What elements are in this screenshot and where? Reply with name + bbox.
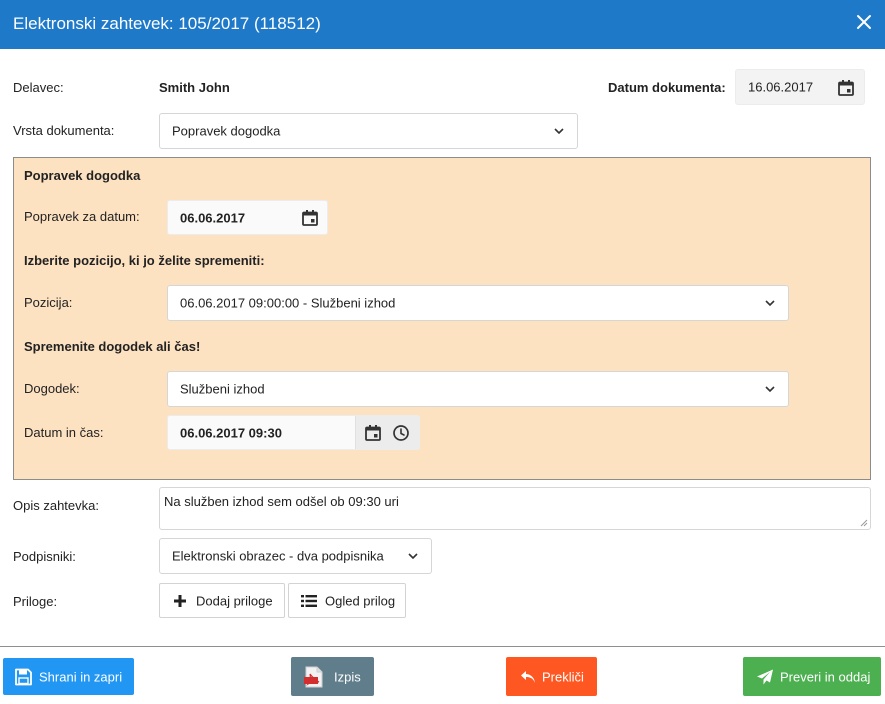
panel-heading: Popravek dogodka xyxy=(24,168,141,183)
submit-label: Preveri in oddaj xyxy=(780,669,871,684)
for-date-field[interactable]: 06.06.2017 xyxy=(167,200,328,235)
print-button[interactable]: Izpis xyxy=(291,657,374,696)
worker-value: Smith John xyxy=(159,80,230,95)
position-value: 06.06.2017 09:00:00 - Službeni izhod xyxy=(180,295,396,311)
add-attachments-label: Dodaj priloge xyxy=(196,593,273,608)
paper-plane-icon xyxy=(757,669,773,684)
resize-handle-icon[interactable] xyxy=(860,519,868,527)
signers-value: Elektronski obrazec - dva podpisnika xyxy=(172,548,384,564)
calendar-icon[interactable] xyxy=(364,424,382,442)
submit-button[interactable]: Preveri in oddaj xyxy=(743,657,881,696)
worker-label: Delavec: xyxy=(13,80,64,95)
save-close-label: Shrani in zapri xyxy=(39,669,123,684)
event-label: Dogodek: xyxy=(24,381,80,396)
signers-select[interactable]: Elektronski obrazec - dva podpisnika xyxy=(159,538,432,574)
doc-type-value: Popravek dogodka xyxy=(172,123,281,139)
chevron-down-icon xyxy=(765,386,775,393)
dialog-titlebar: Elektronski zahtevek: 105/2017 (118512) xyxy=(0,0,885,49)
pdf-icon xyxy=(304,666,323,687)
signers-label: Podpisniki: xyxy=(13,549,76,564)
save-close-button[interactable]: Shrani in zapri xyxy=(3,658,134,695)
close-icon[interactable] xyxy=(856,14,872,30)
datetime-label: Datum in čas: xyxy=(24,425,104,440)
chevron-down-icon xyxy=(765,300,775,307)
position-label: Pozicija: xyxy=(24,295,73,310)
chevron-down-icon xyxy=(408,553,418,560)
calendar-icon[interactable] xyxy=(301,209,319,227)
description-value: Na služben izhod sem odšel ob 09:30 uri xyxy=(164,494,399,509)
for-date-label: Popravek za datum: xyxy=(24,209,140,224)
dialog-title: Elektronski zahtevek: 105/2017 (118512) xyxy=(13,14,321,33)
undo-arrow-icon xyxy=(521,670,535,683)
description-textarea[interactable]: Na služben izhod sem odšel ob 09:30 uri xyxy=(159,487,871,530)
footer-divider xyxy=(0,646,885,647)
cancel-label: Prekliči xyxy=(542,669,584,684)
event-select[interactable]: Službeni izhod xyxy=(167,371,789,407)
print-label: Izpis xyxy=(334,669,361,684)
add-attachments-button[interactable]: Dodaj priloge xyxy=(159,583,285,618)
for-date-value: 06.06.2017 xyxy=(180,210,246,225)
doc-type-label: Vrsta dokumenta: xyxy=(13,123,115,138)
list-icon xyxy=(301,594,317,607)
change-event-heading: Spremenite dogodek ali čas! xyxy=(24,339,201,354)
doc-date-label: Datum dokumenta: xyxy=(608,80,726,95)
doc-date-field[interactable]: 16.06.2017 xyxy=(735,69,865,105)
attachments-label: Priloge: xyxy=(13,594,58,609)
description-label: Opis zahtevka: xyxy=(13,498,99,513)
doc-type-select[interactable]: Popravek dogodka xyxy=(159,113,578,149)
floppy-disk-icon xyxy=(15,668,32,685)
position-select[interactable]: 06.06.2017 09:00:00 - Službeni izhod xyxy=(167,285,789,321)
view-attachments-button[interactable]: Ogled prilog xyxy=(288,583,406,618)
event-value: Službeni izhod xyxy=(180,381,265,397)
datetime-value: 06.06.2017 09:30 xyxy=(180,425,282,440)
view-attachments-label: Ogled prilog xyxy=(325,593,396,608)
choose-position-heading: Izberite pozicijo, ki jo želite spremeni… xyxy=(24,253,265,268)
datetime-field[interactable]: 06.06.2017 09:30 xyxy=(167,415,420,450)
cancel-button[interactable]: Prekliči xyxy=(506,657,597,696)
doc-date-value: 16.06.2017 xyxy=(748,79,814,95)
clock-icon[interactable] xyxy=(392,424,410,442)
calendar-icon[interactable] xyxy=(837,79,855,97)
chevron-down-icon xyxy=(554,128,564,135)
plus-icon xyxy=(174,594,186,607)
